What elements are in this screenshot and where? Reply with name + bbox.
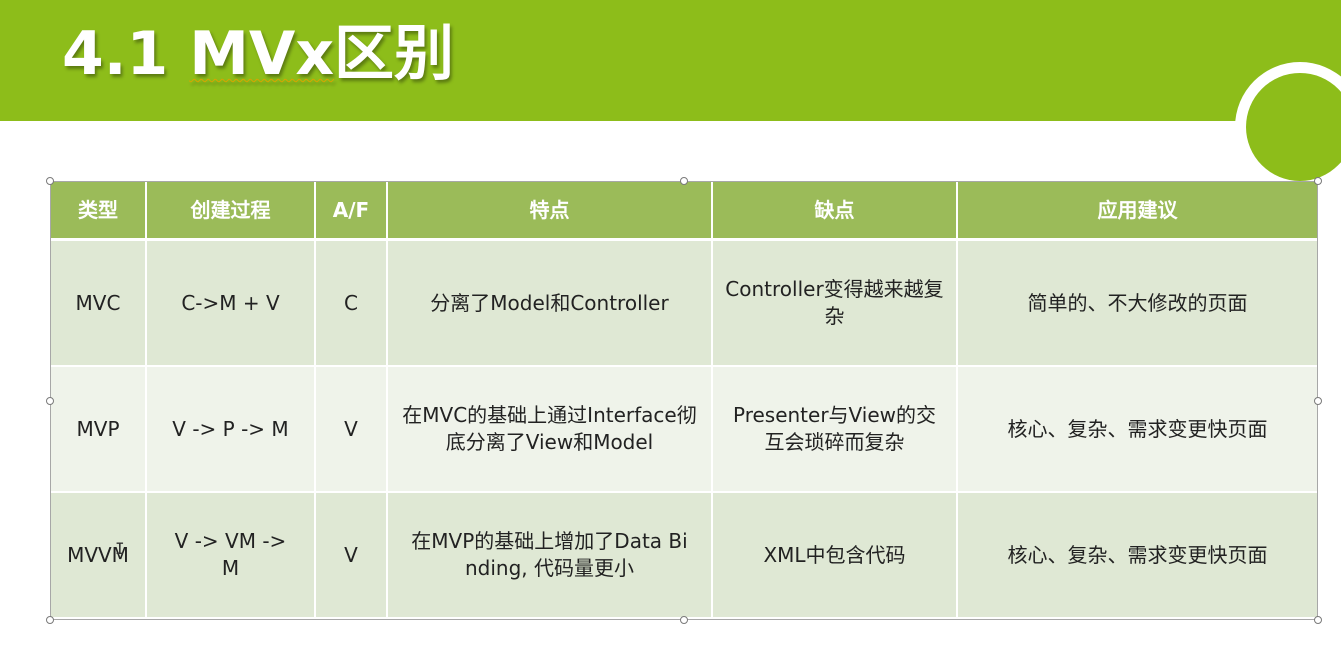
i-beam-cursor-icon: I xyxy=(115,539,125,558)
table-cell[interactable]: 核心、复杂、需求变更快页面 xyxy=(958,367,1317,493)
header-cell-advice[interactable]: 应用建议 xyxy=(958,182,1317,241)
header-cell-features[interactable]: 特点 xyxy=(388,182,713,241)
table-cell[interactable]: MVP xyxy=(51,367,147,493)
resize-handle-top-right[interactable] xyxy=(1314,177,1322,185)
table-cell[interactable]: 简单的、不大修改的页面 xyxy=(958,241,1317,367)
slide-title-mvx: MVx xyxy=(189,19,335,89)
table-cell[interactable]: MVVM xyxy=(51,493,147,619)
table-cell[interactable]: V -> VM -> M xyxy=(147,493,316,619)
slide-title-suffix: 区别 xyxy=(334,19,455,89)
slide-title: 4.1 MVx区别 xyxy=(62,14,454,94)
table-cell[interactable]: MVC xyxy=(51,241,147,367)
table-cell[interactable]: Presenter与View的交互会琐碎而复杂 xyxy=(713,367,958,493)
resize-handle-bottom-center[interactable] xyxy=(680,616,688,624)
comparison-table[interactable]: 类型 创建过程 A/F 特点 缺点 应用建议 MVC C->M + V C 分离… xyxy=(51,182,1317,619)
table-cell[interactable]: 在MVC的基础上通过Interface彻底分离了View和Model xyxy=(388,367,713,493)
resize-handle-middle-left[interactable] xyxy=(46,397,54,405)
header-cell-type[interactable]: 类型 xyxy=(51,182,147,241)
table-cell[interactable]: C xyxy=(316,241,388,367)
table-cell[interactable]: V xyxy=(316,367,388,493)
slide: 4.1 MVx区别 类型 创建过程 A/F 特点 缺点 应用建议 MVC C->… xyxy=(0,0,1341,648)
table-cell[interactable]: 核心、复杂、需求变更快页面 xyxy=(958,493,1317,619)
table-cell[interactable]: 在MVP的基础上增加了Data Binding, 代码量更小 xyxy=(388,493,713,619)
resize-handle-bottom-right[interactable] xyxy=(1314,616,1322,624)
slide-title-prefix: 4.1 xyxy=(62,19,190,89)
header-cell-creation[interactable]: 创建过程 xyxy=(147,182,316,241)
table-cell[interactable]: Controller变得越来越复杂 xyxy=(713,241,958,367)
resize-handle-top-left[interactable] xyxy=(46,177,54,185)
resize-handle-bottom-left[interactable] xyxy=(46,616,54,624)
header-cell-drawbacks[interactable]: 缺点 xyxy=(713,182,958,241)
table-cell[interactable]: 分离了Model和Controller xyxy=(388,241,713,367)
resize-handle-middle-right[interactable] xyxy=(1314,397,1322,405)
table-cell[interactable]: C->M + V xyxy=(147,241,316,367)
table-cell[interactable]: V -> P -> M xyxy=(147,367,316,493)
table-cell[interactable]: XML中包含代码 xyxy=(713,493,958,619)
resize-handle-top-center[interactable] xyxy=(680,177,688,185)
header-cell-af[interactable]: A/F xyxy=(316,182,388,241)
table-cell[interactable]: V xyxy=(316,493,388,619)
